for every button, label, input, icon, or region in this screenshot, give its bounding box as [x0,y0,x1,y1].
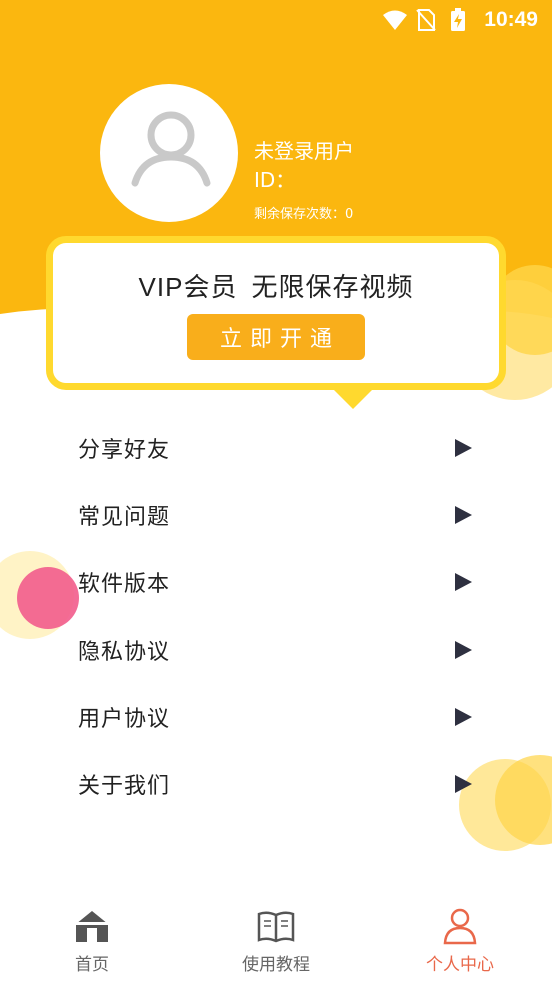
tab-home[interactable]: 首页 [62,900,122,981]
user-avatar-icon [131,111,211,187]
arrow-right-icon [455,439,472,457]
menu-item-label: 用户协议 [78,707,171,732]
remaining-saves: 剩余保存次数：0 [254,207,354,222]
tab-label: 个人中心 [426,955,494,975]
menu-item-label: 软件版本 [78,572,171,597]
menu-item-label: 关于我们 [78,774,171,799]
menu-item-label: 分享好友 [78,438,171,463]
book-icon [257,911,295,943]
arrow-right-icon [455,708,472,726]
no-sim-icon [416,8,440,32]
menu-item-share-friends[interactable]: 分享好友 [0,421,552,475]
username[interactable]: 未登录用户 [254,138,354,164]
tab-label: 使用教程 [242,955,310,975]
user-id: ID： [254,168,296,192]
status-bar: 10:49 [0,0,552,40]
status-time: 10:49 [484,8,538,31]
menu-item-version[interactable]: 软件版本 [0,555,552,609]
avatar[interactable] [100,84,238,222]
tab-tutorial[interactable]: 使用教程 [226,900,326,981]
tab-label: 首页 [75,955,109,975]
bottom-tab-bar: 首页 使用教程 个人中心 [0,900,552,981]
arrow-right-icon [455,506,472,524]
vip-card: VIP会员 无限保存视频 立即开通 [46,236,506,409]
menu-item-user-agreement[interactable]: 用户协议 [0,690,552,744]
home-icon [76,911,108,942]
menu-item-label: 常见问题 [78,505,171,530]
tab-profile[interactable]: 个人中心 [410,900,510,981]
menu-item-privacy-policy[interactable]: 隐私协议 [0,623,552,677]
arrow-right-icon [455,573,472,591]
vip-title-benefit: 无限保存视频 [251,272,414,302]
arrow-right-icon [455,641,472,659]
menu-item-label: 隐私协议 [78,640,171,665]
menu-item-about-us[interactable]: 关于我们 [0,757,552,811]
activate-vip-button[interactable]: 立即开通 [187,314,365,360]
person-icon [443,908,477,945]
battery-charging-icon [450,8,474,32]
wifi-icon [382,8,408,32]
vip-title-member: VIP会员 [138,272,238,302]
arrow-right-icon [455,775,472,793]
user-info: 未登录用户 ID： 剩余保存次数：0 [254,138,354,222]
menu-item-faq[interactable]: 常见问题 [0,488,552,542]
vip-title: VIP会员 无限保存视频 [53,267,499,304]
